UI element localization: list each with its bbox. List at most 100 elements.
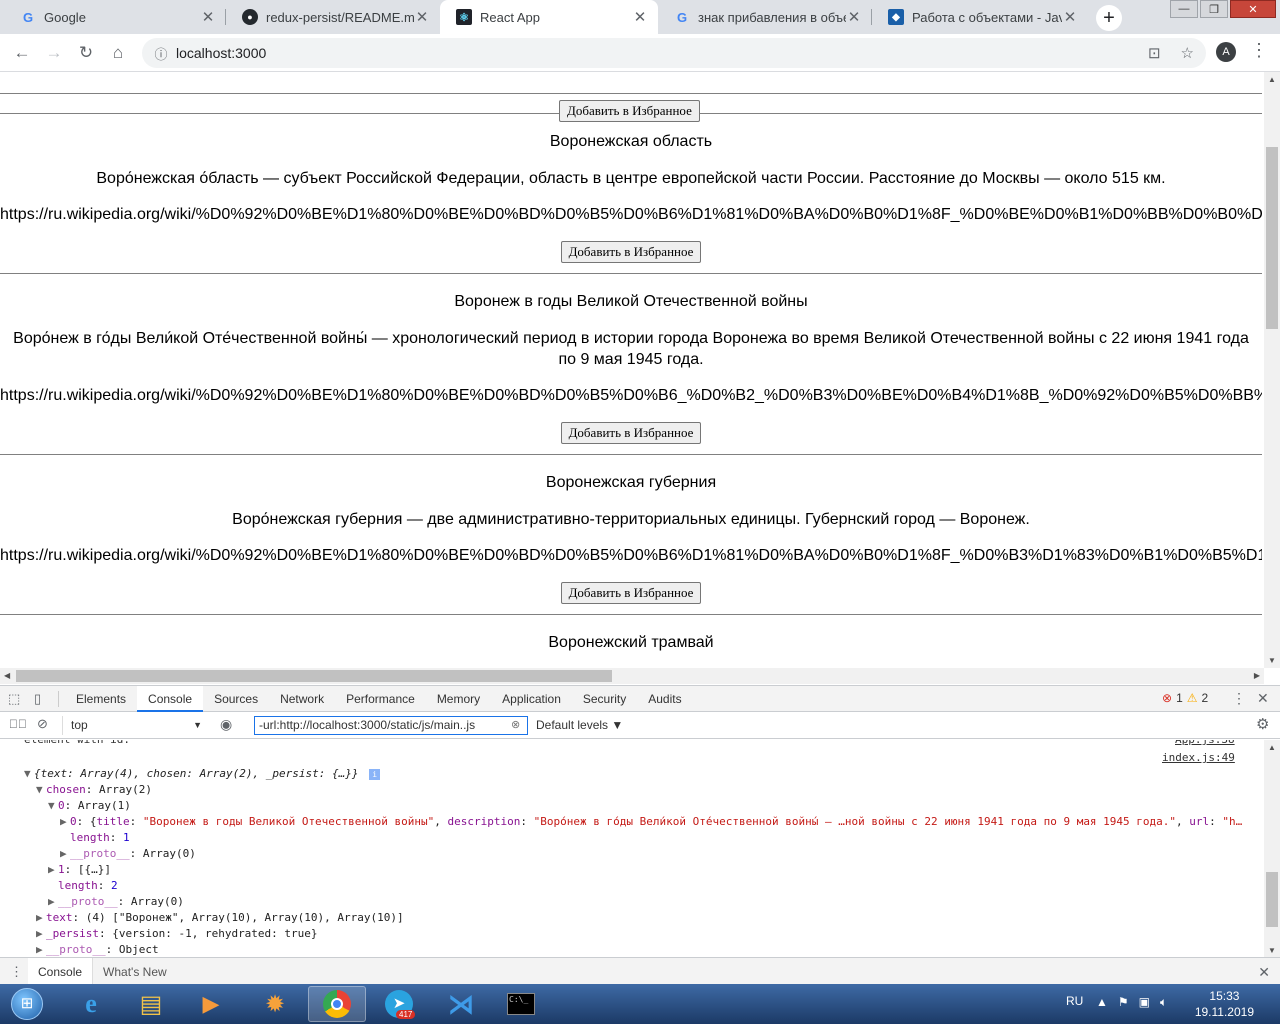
console-tree-row[interactable]: ▶ 0: {title: "Воронеж в годы Великой Отеч… <box>60 814 1242 830</box>
scroll-down-icon[interactable]: ▼ <box>1268 946 1276 955</box>
devtools-tab-console[interactable]: Console <box>137 685 204 712</box>
context-selector[interactable]: top ▼ <box>62 716 204 735</box>
collapse-triangle-icon[interactable]: ▶ <box>36 910 46 926</box>
add-favorite-button[interactable]: Добавить в Избранное <box>559 100 700 122</box>
drawer-tab-whats-new[interactable]: What's New <box>93 965 177 979</box>
action-center-flag-icon[interactable]: ⚑ <box>1118 995 1129 1010</box>
info-badge-icon[interactable]: i <box>369 769 381 780</box>
tab-google-search[interactable]: G знак прибавления в объект ✕ <box>658 0 872 34</box>
start-button[interactable]: ⊞ <box>2 986 52 1022</box>
bookmark-star-icon[interactable]: ☆ <box>1181 44 1194 62</box>
scroll-up-icon[interactable]: ▲ <box>1268 75 1276 84</box>
maximize-icon[interactable]: ❐ <box>1200 0 1228 18</box>
scroll-right-icon[interactable]: ▶ <box>1254 671 1260 680</box>
console-tree-row[interactable]: ▶ __proto__: Array(0) <box>48 894 184 910</box>
address-bar[interactable]: ⓘ localhost:3000 ⊡ ☆ <box>142 38 1206 68</box>
taskbar-explorer[interactable]: ▤ <box>122 986 180 1022</box>
profile-avatar[interactable]: A <box>1216 42 1236 62</box>
console-object-root[interactable]: ▼ {text: Array(4), chosen: Array(2), _per… <box>24 766 381 782</box>
devtools-tab-sources[interactable]: Sources <box>203 686 269 712</box>
devtools-tab-performance[interactable]: Performance <box>335 686 426 712</box>
console-filter-input[interactable]: -url:http://localhost:3000/static/js/mai… <box>254 716 528 735</box>
scrollbar-thumb[interactable] <box>16 670 612 682</box>
minimize-icon[interactable]: — <box>1170 0 1198 18</box>
tray-expand-icon[interactable]: ▲ <box>1096 995 1108 1010</box>
source-link[interactable]: index.js:49 <box>1162 750 1235 766</box>
devtools-tab-application[interactable]: Application <box>491 686 572 712</box>
scroll-down-icon[interactable]: ▼ <box>1268 656 1276 665</box>
address-url[interactable]: localhost:3000 <box>176 45 266 61</box>
home-icon[interactable]: ⌂ <box>106 41 130 65</box>
collapse-triangle-icon[interactable]: ▶ <box>36 942 46 958</box>
forward-arrow-icon[interactable]: → <box>42 41 66 65</box>
tab-react-app[interactable]: ⚛ React App ✕ <box>440 0 658 34</box>
taskbar-vscode[interactable]: ⋊ <box>432 986 490 1022</box>
taskbar-terminal[interactable]: C:\_ <box>492 986 550 1022</box>
console-tree-row[interactable]: ▶ _persist: {version: -1, rehydrated: tru… <box>36 926 318 942</box>
close-tab-icon[interactable]: ✕ <box>846 8 862 26</box>
source-link[interactable]: App.js:38 <box>1175 740 1235 748</box>
devtools-tab-elements[interactable]: Elements <box>65 686 137 712</box>
scrollbar-thumb[interactable] <box>1266 147 1278 329</box>
volume-icon[interactable]: 🔈︎ <box>1160 995 1167 1010</box>
tab-github[interactable]: ● redux-persist/README.md at ✕ <box>226 0 440 34</box>
scroll-up-icon[interactable]: ▲ <box>1268 743 1276 752</box>
network-icon[interactable]: ▣ <box>1139 995 1150 1010</box>
devtools-tab-network[interactable]: Network <box>269 686 335 712</box>
translate-icon[interactable]: ⊡ <box>1148 44 1161 62</box>
collapse-triangle-icon[interactable]: ▶ <box>60 846 70 862</box>
live-expression-eye-icon[interactable]: ◉ <box>220 716 232 733</box>
clear-console-icon[interactable]: ⊘ <box>37 716 48 732</box>
collapse-triangle-icon[interactable]: ▶ <box>48 894 58 910</box>
close-drawer-icon[interactable]: ✕ <box>1258 964 1270 981</box>
console-tree-row[interactable]: ▶ 1: [{…}] <box>48 862 111 878</box>
collapse-triangle-icon[interactable]: ▶ <box>48 862 58 878</box>
close-window-icon[interactable]: ✕ <box>1230 0 1276 18</box>
close-devtools-icon[interactable]: ✕ <box>1257 690 1269 707</box>
log-levels-dropdown[interactable]: Default levels ▼ <box>536 718 623 732</box>
page-vertical-scrollbar[interactable]: ▲ ▼ <box>1264 72 1280 668</box>
taskbar-app[interactable]: ✹ <box>246 986 304 1022</box>
scroll-left-icon[interactable]: ◀ <box>4 671 10 680</box>
expand-triangle-icon[interactable]: ▼ <box>24 766 34 782</box>
tab-mdn[interactable]: ◆ Работа с объектами - JavaS ✕ <box>872 0 1088 34</box>
expand-triangle-icon[interactable]: ▼ <box>48 798 58 814</box>
device-toolbar-icon[interactable]: ▯ <box>34 691 52 707</box>
taskbar-media-player[interactable]: ▶ <box>182 986 240 1022</box>
clear-filter-icon[interactable]: ⊗ <box>511 718 520 731</box>
close-tab-icon[interactable]: ✕ <box>1062 8 1078 26</box>
console-tree-row[interactable]: ▶ __proto__: Object <box>36 942 159 958</box>
close-tab-icon[interactable]: ✕ <box>414 8 430 26</box>
collapse-triangle-icon[interactable]: ▶ <box>60 814 70 830</box>
console-scrollbar[interactable]: ▲ ▼ <box>1264 740 1280 958</box>
inspect-element-icon[interactable]: ⬚ <box>8 691 26 707</box>
devtools-tab-audits[interactable]: Audits <box>637 686 692 712</box>
tab-google[interactable]: G Google ✕ <box>4 0 226 34</box>
scrollbar-thumb[interactable] <box>1266 872 1278 927</box>
console-tree-row[interactable]: ▶ __proto__: Array(0) <box>60 846 196 862</box>
console-tree-row[interactable]: ▼ 0: Array(1) <box>48 798 131 814</box>
reload-icon[interactable]: ↻ <box>74 41 98 65</box>
drawer-tab-console[interactable]: Console <box>28 957 94 986</box>
add-favorite-button[interactable]: Добавить в Избранное <box>560 422 702 444</box>
close-tab-icon[interactable]: ✕ <box>200 8 216 26</box>
add-favorite-button[interactable]: Добавить в Избранное <box>560 241 702 263</box>
devtools-menu-icon[interactable]: ⋮ <box>1232 690 1246 707</box>
keyboard-language[interactable]: RU <box>1066 994 1083 1008</box>
taskbar-telegram[interactable]: ➤ 417 <box>370 986 428 1022</box>
collapse-triangle-icon[interactable]: ▶ <box>36 926 46 942</box>
new-tab-button[interactable]: + <box>1096 5 1122 31</box>
drawer-menu-icon[interactable]: ⋮ <box>10 964 24 980</box>
taskbar-chrome[interactable] <box>308 986 366 1022</box>
show-sidebar-icon[interactable]: ▶⃞ <box>9 717 27 731</box>
devtools-tab-memory[interactable]: Memory <box>426 686 491 712</box>
devtools-tab-security[interactable]: Security <box>572 686 637 712</box>
add-favorite-button[interactable]: Добавить в Избранное <box>560 582 702 604</box>
console-tree-row[interactable]: ▼ chosen: Array(2) <box>36 782 152 798</box>
close-tab-icon[interactable]: ✕ <box>632 8 648 26</box>
console-settings-gear-icon[interactable]: ⚙ <box>1256 715 1269 733</box>
taskbar-ie[interactable]: e <box>62 986 120 1022</box>
menu-kebab-icon[interactable]: ⋮ <box>1250 40 1268 61</box>
page-horizontal-scrollbar[interactable]: ◀ ▶ <box>0 668 1264 684</box>
back-arrow-icon[interactable]: ← <box>10 41 34 65</box>
